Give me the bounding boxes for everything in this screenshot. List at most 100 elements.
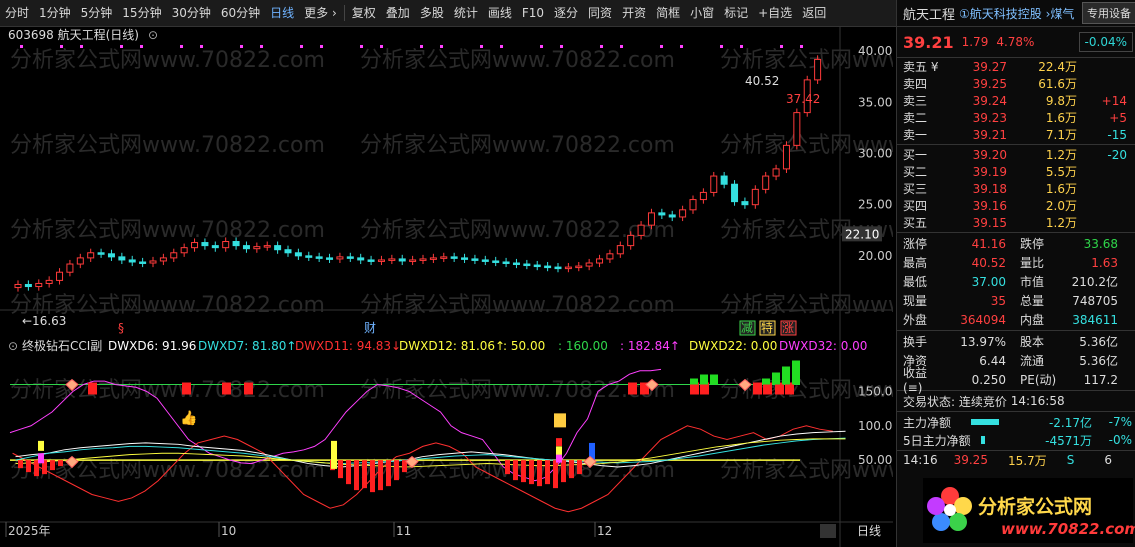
orderbook-row: 买三 39.18 1.6万 [903,181,1077,197]
toolbar-item-16[interactable]: 开资 [617,0,651,26]
stat-row: 收益(≡) 0.250 PE(动) 117.2 [903,366,1118,395]
cci-bar [26,460,31,473]
indicator-name: 终极钻石CCI副 [22,338,102,353]
toolbar-item-1[interactable]: 1分钟 [34,0,76,26]
candle-body [627,234,635,247]
candle-body [326,257,334,260]
candle-body [222,241,230,249]
candle-body [512,262,520,266]
toolbar-item-8[interactable]: 复权 [347,0,381,26]
toolbar-item-19[interactable]: 标记 [719,0,753,26]
candle-body [315,256,323,259]
trade-status: 交易状态: 连续竞价 14:16:58 [903,394,1065,409]
candle-body [388,258,396,261]
toolbar-item-4[interactable]: 30分钟 [167,0,216,26]
toolbar-item-2[interactable]: 5分钟 [76,0,118,26]
candle-body [564,266,572,270]
signal-dot [800,45,803,48]
marker-2: 涨 [782,320,794,335]
indicator-value-3: DWXD12: 81.06↑ [399,339,505,353]
quote-header: 航天工程 ①航天科技控股 ›煤气 专用设备 [897,0,1135,27]
cci-bar [58,460,63,467]
candle-body [24,283,32,288]
price-change-pct: 4.78% [996,35,1035,49]
signal-dot [720,45,723,48]
signal-dot [80,45,83,48]
toolbar-item-14[interactable]: 逐分 [549,0,583,26]
cci-bar [553,460,558,489]
signal-block [244,382,253,395]
toolbar-item-13[interactable]: F10 [517,0,549,26]
candle-body [170,252,178,259]
signal-block [182,382,191,395]
trend-bar [762,378,770,385]
indicator-value-1: DWXD7: 81.80↑ [198,339,296,353]
candle-body [492,260,500,263]
candle-body [242,245,250,250]
price-tick: 30.00 [858,147,892,161]
tick-row: 14:16 39.25 15.7万 S 6 [903,453,1112,468]
concept-tag[interactable]: ①航天科技控股 ›煤气 [955,5,1074,22]
candle-body [87,252,95,259]
candle-body [554,266,562,270]
signal-dot [140,45,143,48]
candle-body [305,255,313,258]
signal-dot [320,45,323,48]
candle-body [544,265,552,269]
price-tick: 25.00 [858,198,892,212]
candle-body [107,253,115,258]
toolbar-item-12[interactable]: 画线 [483,0,517,26]
price-tick: 35.00 [858,95,892,109]
orderbook-row: 卖四 39.25 61.6万 [903,76,1077,92]
indicator-value-8: DWXD32: 0.00 [779,339,867,353]
kline-chart[interactable]: 分析家公式网www.70822.com 分析家公式网www.70822.com 分析… [0,27,893,547]
marker-s: § [118,321,124,335]
stat-row: 最低 37.00 市值 210.2亿 [903,274,1118,290]
candle-body [616,245,624,255]
toolbar-item-10[interactable]: 多股 [415,0,449,26]
industry-button[interactable]: 专用设备 [1082,2,1135,24]
watermark-3: 分析家公式网www.70822.com [10,133,325,158]
cci-bar [569,460,574,479]
toolbar-item-15[interactable]: 同资 [583,0,617,26]
stat-row: 涨停 41.16 跌停 33.68 [903,236,1118,252]
cci-bar [577,460,582,475]
toolbar-item-3[interactable]: 15分钟 [117,0,166,26]
candle-body [419,258,427,261]
candle-body [398,258,406,262]
main-flow: 主力净额 -2.17亿 -7% [903,415,1132,430]
toolbar-item-5[interactable]: 60分钟 [216,0,265,26]
last-price: 39.21 [903,32,954,52]
indicator-value-2: DWXD11: 94.83↓ [295,339,401,353]
candle-body [793,112,801,146]
toolbar-item-20[interactable]: +自选 [753,0,797,26]
signal-dot [740,45,743,48]
pct-box: -0.04% [1078,32,1133,52]
candle-body [461,257,469,260]
toolbar-item-17[interactable]: 简框 [651,0,685,26]
candle-body [263,245,271,248]
candle-body [191,242,199,249]
candle-body [357,257,365,261]
toolbar-item-6[interactable]: 日线 [265,0,299,26]
toolbar-item-0[interactable]: 分时 [0,0,34,26]
toolbar-item-21[interactable]: 返回 [797,0,831,26]
candle-body [814,58,822,81]
trend-bar [792,360,800,385]
signal-spike [556,438,562,447]
indicator-value-5: : 160.00 [558,339,608,353]
x-label-0: 2025年 [8,524,51,538]
toolbar-item-7[interactable]: 更多 › [299,0,342,26]
indicator-value-7: DWXD22: 0.00 [689,339,777,353]
toolbar-item-9[interactable]: 叠加 [381,0,415,26]
indicator-gear-icon: ⊙ [8,339,18,353]
marker-0: 减 [741,321,753,335]
cci-bar [346,460,351,485]
candle-body [450,256,458,259]
candle-body [377,259,385,262]
toolbar-item-11[interactable]: 统计 [449,0,483,26]
site-logo: 分析家公式网 www.70822.com [923,478,1135,543]
candle-body [741,201,749,206]
signal-dot [360,45,363,48]
toolbar-item-18[interactable]: 小窗 [685,0,719,26]
